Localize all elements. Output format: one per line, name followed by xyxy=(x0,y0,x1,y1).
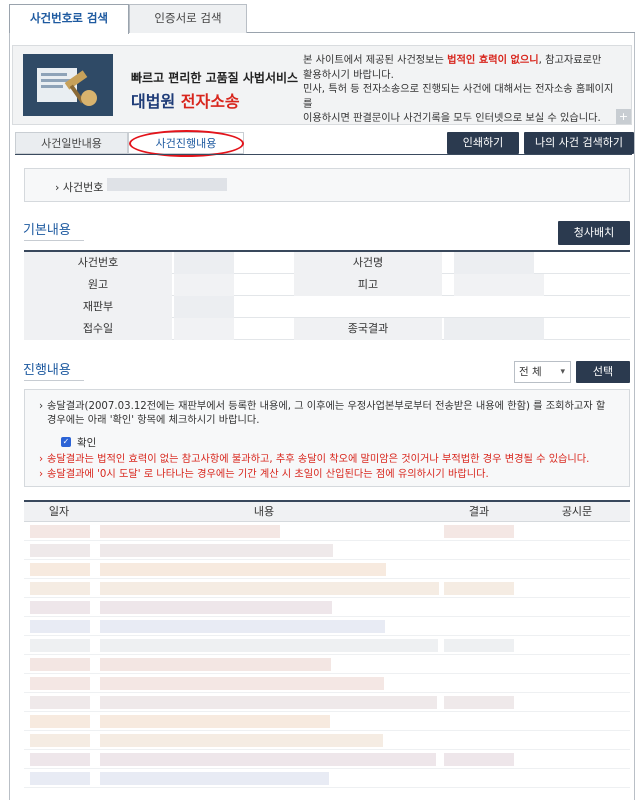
notice-legal: › 송달결과는 법적인 효력이 없는 참고사항에 불과하고, 추후 송달이 착오에… xyxy=(39,454,590,465)
table-row xyxy=(24,750,630,769)
basic-info-title: 기본내용 xyxy=(23,223,71,238)
table-row: 접수일 종국결과 xyxy=(24,318,630,340)
courtroom-layout-button[interactable]: 청사배치 xyxy=(558,221,630,245)
basic-info-underline xyxy=(24,240,84,241)
tab-case-general[interactable]: 사건일반내용 xyxy=(15,132,128,154)
confirm-checkbox[interactable]: ✓ xyxy=(61,437,71,447)
filed-label: 접수일 xyxy=(24,318,172,340)
progress-underline xyxy=(24,380,84,381)
table-row xyxy=(24,712,630,731)
my-case-search-button[interactable]: 나의 사건 검색하기 xyxy=(524,132,634,154)
progress-table-body xyxy=(24,522,630,788)
progress-notice: › 송달결과(2007.03.12전에는 재판부에서 등록한 내용에, 그 이후에… xyxy=(24,389,630,487)
notice-delivery: › 송달결과(2007.03.12전에는 재판부에서 등록한 내용에, 그 이후에… xyxy=(39,401,606,426)
table-row xyxy=(24,560,630,579)
table-row xyxy=(24,579,630,598)
search-tabs: 사건번호로 검색 인증서로 검색 xyxy=(9,4,635,34)
result-value xyxy=(444,318,544,340)
gavel-illustration-icon xyxy=(23,54,113,116)
case-number-box: › 사건번호 : xyxy=(24,168,630,202)
case-name-label: 사건명 xyxy=(294,252,442,274)
table-row xyxy=(24,769,630,788)
table-row xyxy=(24,674,630,693)
case-name-value xyxy=(454,252,534,274)
table-row xyxy=(24,522,630,541)
court-label: 재판부 xyxy=(24,296,172,318)
basic-info-table: 사건번호 사건명 원고 피고 재판부 접수일 종국결과 xyxy=(24,250,630,340)
table-row: 사건번호 사건명 xyxy=(24,252,630,274)
case-no-value xyxy=(174,252,234,274)
print-button[interactable]: 인쇄하기 xyxy=(447,132,519,154)
plaintiff-value xyxy=(174,274,234,296)
progress-filter-select[interactable]: 전 체 ▾ xyxy=(514,361,571,383)
tab-divider xyxy=(15,154,632,155)
table-row xyxy=(24,617,630,636)
table-row xyxy=(24,636,630,655)
case-number-value xyxy=(107,178,227,191)
plaintiff-label: 원고 xyxy=(24,274,172,296)
table-row xyxy=(24,693,630,712)
table-row xyxy=(24,655,630,674)
table-row xyxy=(24,541,630,560)
defendant-label: 피고 xyxy=(294,274,442,296)
banner-tagline: 빠르고 편리한 고품질 사법서비스 xyxy=(131,71,299,85)
progress-table: 일자 내용 결과 공시문 xyxy=(24,500,630,800)
col-content: 내용 xyxy=(253,505,275,518)
notice-zero-hour: › 송달결과에 '0시 도달' 로 나타나는 경우에는 기간 계산 시 초일이 산… xyxy=(39,469,489,480)
col-date: 일자 xyxy=(48,505,70,518)
highlight-circle xyxy=(129,130,244,157)
table-row xyxy=(24,598,630,617)
info-banner: 빠르고 편리한 고품질 사법서비스 대법원 전자소송 본 사이트에서 제공된 사… xyxy=(12,45,632,125)
confirm-checkbox-label: 확인 xyxy=(77,437,97,449)
result-label: 종국결과 xyxy=(294,318,442,340)
defendant-value xyxy=(454,274,544,296)
progress-title: 진행내용 xyxy=(23,363,71,378)
chevron-down-icon: ▾ xyxy=(560,367,565,377)
col-result: 결과 xyxy=(468,505,490,518)
col-notice: 공시문 xyxy=(561,505,593,518)
banner-expand-icon[interactable]: + xyxy=(616,109,631,124)
filed-value xyxy=(174,318,234,340)
table-row xyxy=(24,731,630,750)
table-row: 재판부 xyxy=(24,296,630,318)
case-number-label: › 사건번호 : xyxy=(55,181,111,194)
banner-notice: 본 사이트에서 제공된 사건정보는 법적인 효력이 없으니, 참고자료로만 활용… xyxy=(303,55,614,124)
progress-table-header: 일자 내용 결과 공시문 xyxy=(24,502,630,522)
select-button[interactable]: 선택 xyxy=(576,361,630,383)
tab-search-by-case-number[interactable]: 사건번호로 검색 xyxy=(9,4,129,34)
banner-brand: 대법원 전자소송 xyxy=(131,92,240,111)
court-value xyxy=(174,296,234,318)
case-no-label: 사건번호 xyxy=(24,252,172,274)
tab-search-by-document[interactable]: 인증서로 검색 xyxy=(129,4,247,33)
table-row: 원고 피고 xyxy=(24,274,630,296)
